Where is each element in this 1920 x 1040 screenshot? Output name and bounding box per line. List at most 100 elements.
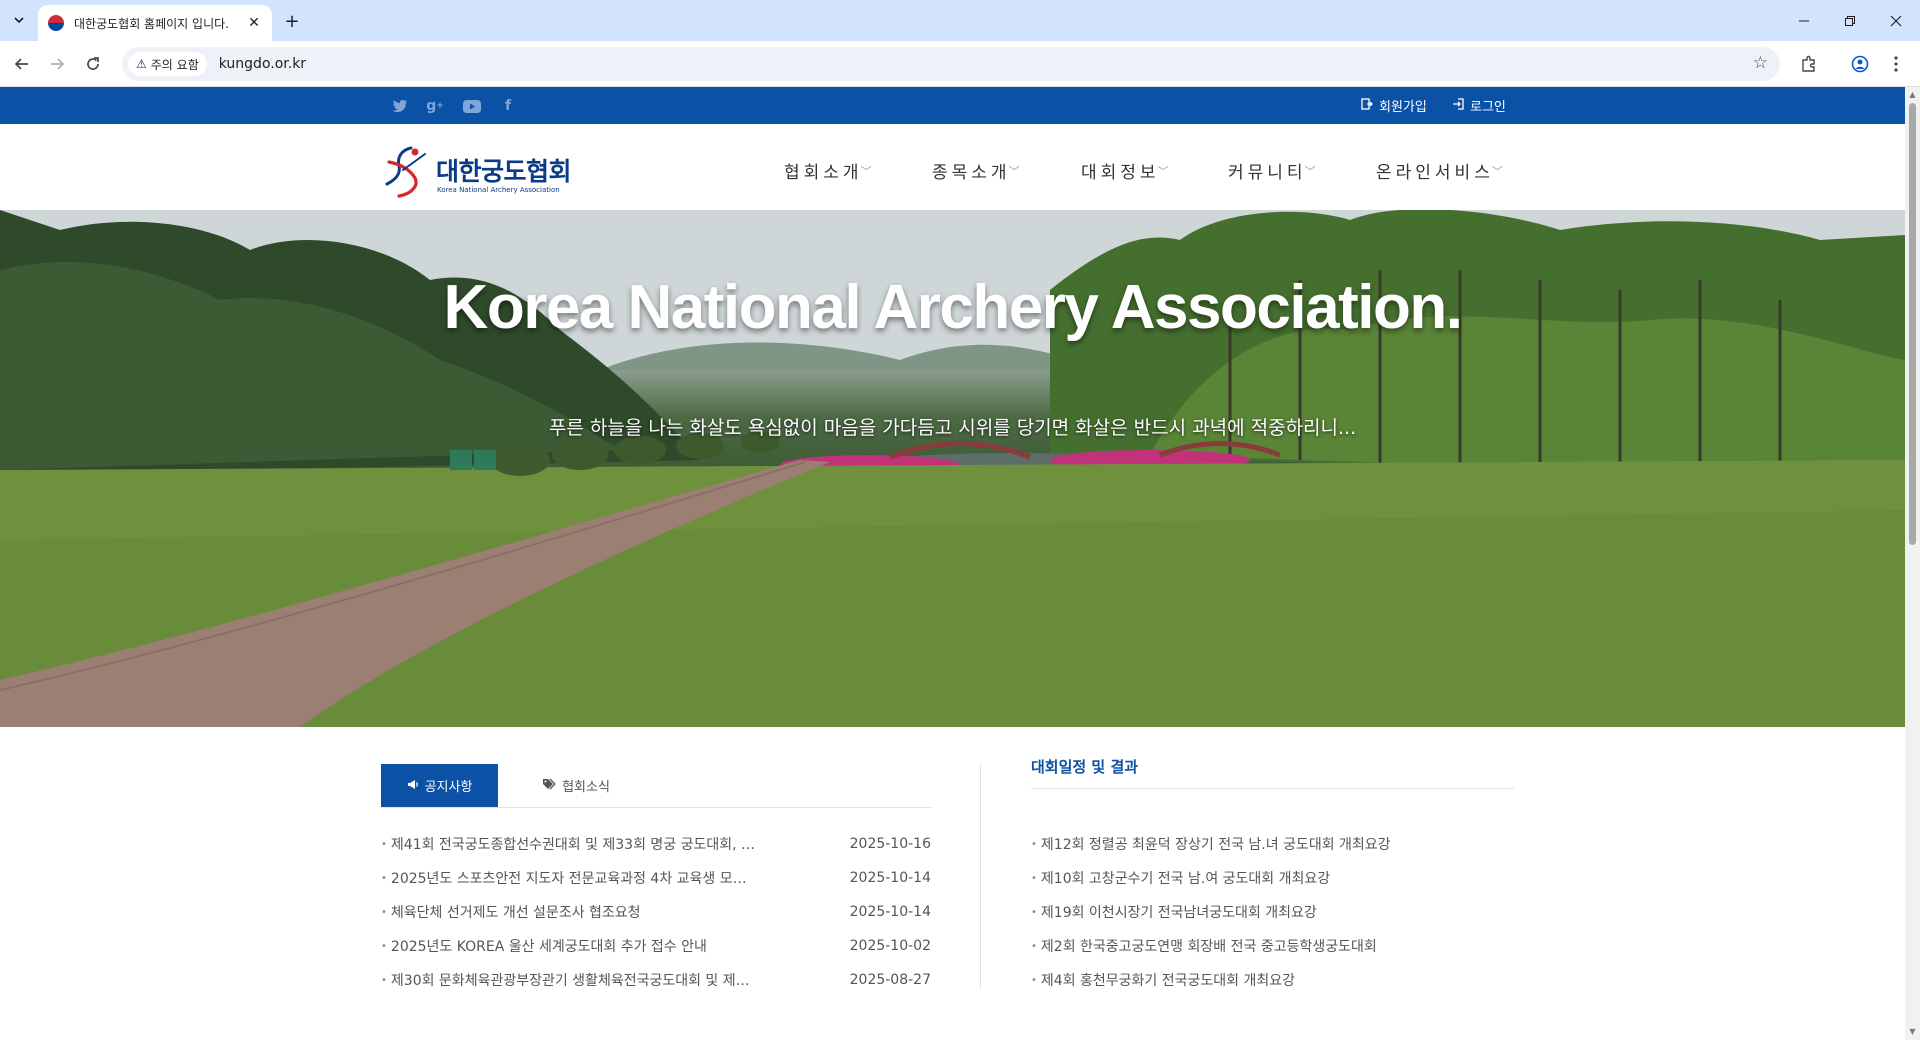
notice-title[interactable]: 제41회 전국궁도종합선수권대회 및 제33회 명궁 궁도대회, 대한궁도협회장… (391, 834, 756, 854)
profile-icon[interactable] (1848, 52, 1872, 76)
chevron-down-icon: ﹀ (1157, 164, 1169, 178)
scroll-up-icon[interactable]: ▲ (1908, 90, 1917, 99)
notice-tabs: 공지사항 협회소식 (381, 764, 931, 808)
youtube-icon[interactable] (462, 96, 482, 116)
nav-item-label: 온라인서비스 (1376, 163, 1494, 183)
browser-tab-bar: 대한궁도협회 홈페이지 입니다. ✕ + (0, 0, 1920, 41)
menu-icon[interactable] (1884, 52, 1908, 76)
site-header: 대한궁도협회 Korea National Archery Associatio… (0, 124, 1905, 210)
notice-date: 2025-10-14 (849, 904, 931, 920)
tab-association-news-label: 협회소식 (562, 780, 610, 795)
megaphone-icon (407, 779, 419, 793)
plus-icon[interactable]: + (280, 9, 304, 33)
star-icon[interactable]: ☆ (1753, 53, 1768, 73)
nav-item-competition[interactable]: 대회정보 ﹀ (1081, 158, 1169, 183)
list-item[interactable]: • 제30회 문화체육관광부장관기 생활체육전국궁도대회 및 제18회 전국어르… (381, 963, 931, 997)
browser-tab[interactable]: 대한궁도협회 홈페이지 입니다. ✕ (38, 5, 272, 41)
nav-item-label: 커뮤니티 (1228, 163, 1307, 183)
bullet-icon: • (381, 940, 387, 952)
security-label: 주의 요함 (150, 57, 199, 72)
login-link[interactable]: 로그인 (1452, 96, 1506, 115)
nav-item-online-service[interactable]: 온라인서비스 ﹀ (1376, 158, 1503, 183)
bullet-icon: • (1031, 940, 1037, 952)
warning-icon: ⚠ (136, 57, 147, 71)
login-icon (1452, 98, 1464, 113)
list-item[interactable]: • 제10회 고창군수기 전국 남.여 궁도대회 개최요강 (1031, 861, 1514, 895)
address-bar[interactable]: ⚠ 주의 요함 kungdo.or.kr ☆ (122, 47, 1780, 81)
page-viewport: g + f 회원가입 로그인 대한궁도협회 Korea National Arc… (0, 87, 1905, 1040)
chevron-down-icon: ﹀ (860, 164, 872, 178)
security-chip[interactable]: ⚠ 주의 요함 (128, 52, 207, 76)
tags-icon (542, 778, 556, 793)
facebook-icon[interactable]: f (498, 96, 518, 116)
schedule-item[interactable]: 제19회 이천시장기 전국남녀궁도대회 개최요강 (1041, 902, 1317, 922)
restore-icon[interactable] (1828, 0, 1872, 41)
bullet-icon: • (1031, 838, 1037, 850)
notice-title[interactable]: 제30회 문화체육관광부장관기 생활체육전국궁도대회 및 제18회 전국어르신궁… (391, 970, 756, 990)
schedule-item[interactable]: 제10회 고창군수기 전국 남.여 궁도대회 개최요강 (1041, 868, 1330, 888)
bullet-icon: • (381, 872, 387, 884)
browser-toolbar: ⚠ 주의 요함 kungdo.or.kr ☆ (0, 41, 1920, 87)
schedule-title[interactable]: 대회일정 및 결과 (1031, 756, 1138, 777)
scroll-thumb[interactable] (1909, 103, 1916, 545)
tab-association-news[interactable]: 협회소식 (521, 764, 631, 807)
notice-date: 2025-08-27 (849, 972, 931, 988)
google-plus-icon[interactable]: g + (425, 96, 445, 116)
site-logo[interactable]: 대한궁도협회 Korea National Archery Associatio… (381, 146, 572, 202)
nav-item-sports[interactable]: 종목소개 ﹀ (932, 158, 1020, 183)
minimize-icon[interactable] (1782, 0, 1826, 41)
bullet-icon: • (381, 906, 387, 918)
logo-text: 대한궁도협회 (436, 157, 572, 186)
list-item[interactable]: • 체육단체 선거제도 개선 설문조사 협조요청 2025-10-14 (381, 895, 931, 929)
nav-item-community[interactable]: 커뮤니티 ﹀ (1228, 158, 1316, 183)
extensions-icon[interactable] (1797, 52, 1821, 76)
notice-title[interactable]: 2025년도 KOREA 울산 세계궁도대회 추가 접수 안내 (391, 936, 756, 956)
chevron-down-icon: ﹀ (1304, 164, 1316, 178)
list-item[interactable]: • 제2회 한국중고궁도연맹 회장배 전국 중고등학생궁도대회 (1031, 929, 1514, 963)
list-item[interactable]: • 제41회 전국궁도종합선수권대회 및 제33회 명궁 궁도대회, 대한궁도협… (381, 827, 931, 861)
nav-item-label: 대회정보 (1081, 163, 1160, 183)
content-area: 공지사항 협회소식 • 제41회 전국궁도종합선수권대회 및 제33회 명궁 궁… (0, 727, 1905, 1040)
nav-item-about[interactable]: 협회소개 ﹀ (784, 158, 872, 183)
chevron-down-icon: ﹀ (1008, 164, 1020, 178)
chevron-down-icon: ﹀ (1491, 164, 1503, 178)
back-icon[interactable] (8, 50, 36, 78)
url-text[interactable]: kungdo.or.kr (219, 56, 306, 72)
page-scrollbar[interactable]: ▲ ▼ (1905, 87, 1920, 1040)
signup-label: 회원가입 (1379, 100, 1427, 115)
tab-search-icon[interactable] (7, 8, 31, 32)
list-item[interactable]: • 제19회 이천시장기 전국남녀궁도대회 개최요강 (1031, 895, 1514, 929)
nav-item-label: 종목소개 (932, 163, 1011, 183)
logo-subtext: Korea National Archery Association (437, 186, 560, 194)
tab-notices-label: 공지사항 (424, 780, 473, 795)
notice-list: • 제41회 전국궁도종합선수권대회 및 제33회 명궁 궁도대회, 대한궁도협… (381, 827, 931, 997)
scroll-down-icon[interactable]: ▼ (1908, 1027, 1917, 1036)
notice-date: 2025-10-16 (849, 836, 931, 852)
archer-logo-icon (385, 146, 426, 198)
forward-icon[interactable] (43, 50, 71, 78)
schedule-item[interactable]: 제2회 한국중고궁도연맹 회장배 전국 중고등학생궁도대회 (1041, 936, 1377, 956)
list-item[interactable]: • 2025년도 스포츠안전 지도자 전문교육과정 4차 교육생 모집 안내 2… (381, 861, 931, 895)
twitter-icon[interactable] (390, 96, 410, 116)
list-item[interactable]: • 2025년도 KOREA 울산 세계궁도대회 추가 접수 안내 2025-1… (381, 929, 931, 963)
signup-icon (1361, 98, 1373, 113)
schedule-divider (1031, 788, 1514, 789)
column-divider (980, 764, 981, 989)
close-window-icon[interactable] (1874, 0, 1918, 41)
list-item[interactable]: • 제4회 홍천무궁화기 전국궁도대회 개최요강 (1031, 963, 1514, 997)
schedule-item[interactable]: 제4회 홍천무궁화기 전국궁도대회 개최요강 (1041, 970, 1295, 990)
hero-subtitle: 푸른 하늘을 나는 화살도 욕심없이 마음을 가다듬고 시위를 당기면 화살은 … (548, 417, 1357, 439)
reload-icon[interactable] (79, 50, 107, 78)
notice-title[interactable]: 체육단체 선거제도 개선 설문조사 협조요청 (391, 902, 756, 922)
hero-banner: Korea National Archery Association. 푸른 하… (0, 210, 1905, 727)
schedule-list: • 제12회 정렬공 최윤덕 장상기 전국 남.녀 궁도대회 개최요강 • 제1… (1031, 827, 1514, 997)
notice-title[interactable]: 2025년도 스포츠안전 지도자 전문교육과정 4차 교육생 모집 안내 (391, 868, 756, 888)
signup-link[interactable]: 회원가입 (1361, 96, 1427, 115)
bullet-icon: • (1031, 974, 1037, 986)
tab-notices[interactable]: 공지사항 (381, 764, 498, 807)
close-icon[interactable]: ✕ (244, 13, 264, 33)
notice-date: 2025-10-14 (849, 870, 931, 886)
schedule-item[interactable]: 제12회 정렬공 최윤덕 장상기 전국 남.녀 궁도대회 개최요강 (1041, 834, 1391, 854)
list-item[interactable]: • 제12회 정렬공 최윤덕 장상기 전국 남.녀 궁도대회 개최요강 (1031, 827, 1514, 861)
hero-title: Korea National Archery Association. (443, 273, 1463, 342)
